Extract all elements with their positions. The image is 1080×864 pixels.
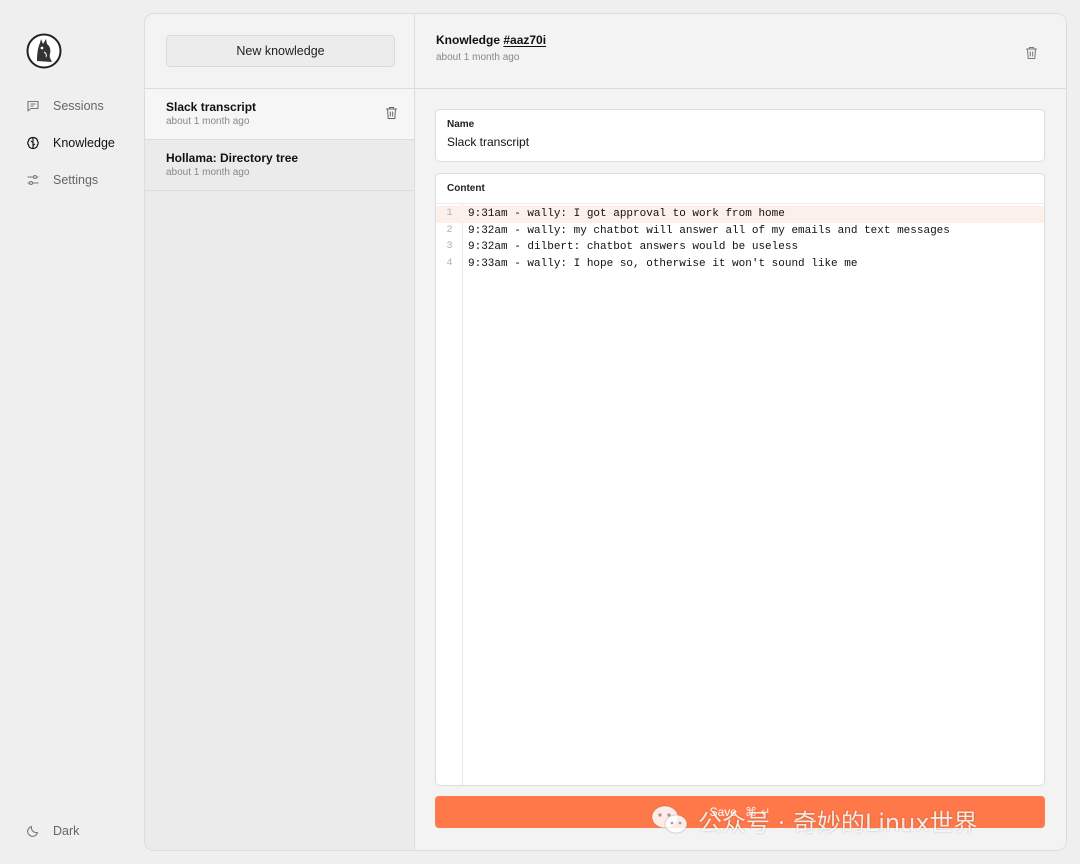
- page-title: Knowledge #aaz70i: [436, 33, 1045, 48]
- app-panel: New knowledge Slack transcript about 1 m…: [144, 13, 1067, 851]
- editor-line[interactable]: 1 9:31am - wally: I got approval to work…: [436, 206, 1044, 223]
- list-item-time: about 1 month ago: [166, 116, 250, 127]
- watermark-text: 公众号 · 奇妙的Linux世界: [698, 808, 978, 837]
- knowledge-list: New knowledge Slack transcript about 1 m…: [145, 14, 415, 850]
- line-text: 9:31am - wally: I got approval to work f…: [468, 208, 785, 220]
- content-field: Content 1 9:31am - wally: I got approval…: [435, 173, 1045, 786]
- editor-line[interactable]: 3 9:32am - dilbert: chatbot answers woul…: [436, 239, 1044, 256]
- editor-line[interactable]: 4 9:33am - wally: I hope so, otherwise i…: [436, 256, 1044, 273]
- knowledge-id-link[interactable]: #aaz70i: [503, 33, 546, 47]
- line-number: 3: [446, 241, 453, 252]
- line-number: 2: [446, 224, 453, 236]
- list-item[interactable]: Slack transcript about 1 month ago: [145, 89, 414, 140]
- line-text: 9:33am - wally: I hope so, otherwise it …: [468, 257, 858, 270]
- line-number: 1: [446, 208, 453, 219]
- list-item[interactable]: Hollama: Directory tree about 1 month ag…: [145, 140, 414, 191]
- line-text: 9:32am - dilbert: chatbot answers would …: [468, 241, 799, 253]
- editor-line[interactable]: 2 9:32am - wally: my chatbot will answer…: [436, 223, 1044, 240]
- list-item-title: Hollama: Directory tree: [166, 151, 299, 165]
- wechat-icon: [651, 805, 688, 834]
- name-field[interactable]: Name Slack transcript: [435, 109, 1045, 162]
- sliders-icon: [27, 174, 39, 186]
- name-input[interactable]: Slack transcript: [447, 135, 1033, 149]
- nav-item-label: Knowledge: [53, 136, 115, 150]
- nav-item-knowledge[interactable]: Knowledge: [26, 132, 115, 154]
- list-item-title: Slack transcript: [166, 100, 257, 114]
- line-text: 9:32am - wally: my chatbot will answer a…: [468, 224, 950, 237]
- theme-toggle-label: Dark: [53, 824, 80, 838]
- detail-time: about 1 month ago: [436, 52, 520, 63]
- line-number: 4: [446, 257, 453, 269]
- theme-toggle[interactable]: Dark: [26, 820, 79, 842]
- trash-icon[interactable]: [385, 106, 398, 120]
- nav-item-label: Sessions: [53, 99, 104, 113]
- hollama-logo-icon: [26, 33, 62, 69]
- name-label: Name: [447, 119, 475, 130]
- brain-icon: [27, 136, 39, 150]
- content-label: Content: [436, 174, 1044, 204]
- nav-item-label: Settings: [53, 173, 99, 187]
- list-item-time: about 1 month ago: [166, 167, 250, 178]
- list-header: New knowledge: [145, 14, 414, 89]
- title-prefix: Knowledge: [436, 33, 501, 47]
- nav-item-sessions[interactable]: Sessions: [26, 95, 104, 117]
- trash-icon[interactable]: [1025, 46, 1038, 60]
- watermark: 公众号 · 奇妙的Linux世界: [650, 800, 978, 840]
- nav-item-settings[interactable]: Settings: [26, 169, 98, 191]
- main-nav: Sessions Knowledge Settings Dark: [0, 0, 145, 864]
- line-gutter: [436, 204, 463, 785]
- knowledge-detail: Knowledge #aaz70i about 1 month ago Name…: [415, 14, 1066, 850]
- detail-header: Knowledge #aaz70i about 1 month ago: [415, 14, 1066, 89]
- code-editor[interactable]: 1 9:31am - wally: I got approval to work…: [436, 204, 1044, 785]
- new-knowledge-button[interactable]: New knowledge: [166, 35, 395, 67]
- moon-icon: [27, 825, 39, 837]
- chat-icon: [27, 100, 39, 112]
